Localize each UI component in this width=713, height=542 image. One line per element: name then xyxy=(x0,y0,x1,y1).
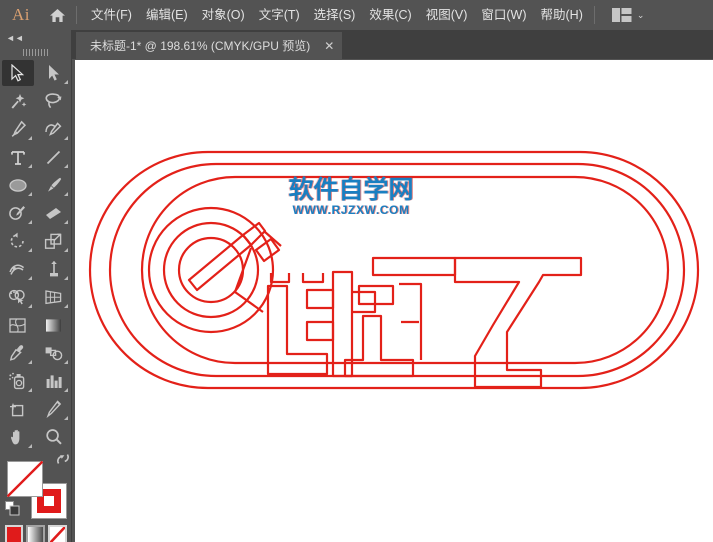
menu-edit[interactable]: 编辑(E) xyxy=(139,4,195,26)
shaper-tool[interactable] xyxy=(0,199,36,227)
curvature-tool[interactable] xyxy=(36,115,72,143)
tool-flyout-indicator xyxy=(27,444,32,448)
menu-file[interactable]: 文件(F) xyxy=(84,4,139,26)
width-tool[interactable] xyxy=(0,255,36,283)
line-segment-tool[interactable] xyxy=(36,143,72,171)
vector-artwork xyxy=(88,150,700,390)
close-icon[interactable]: ✕ xyxy=(322,40,336,52)
tools-panel: ◄◄ xyxy=(0,30,72,542)
app-logo: Ai xyxy=(12,5,30,24)
tool-flyout-indicator xyxy=(63,248,68,252)
menu-effect[interactable]: 效果(C) xyxy=(362,4,418,26)
color-mode-buttons xyxy=(4,525,67,542)
paintbrush-tool[interactable] xyxy=(36,171,72,199)
tool-flyout-indicator xyxy=(63,388,68,392)
tool-flyout-indicator xyxy=(27,192,32,196)
tool-flyout-indicator xyxy=(27,248,32,252)
menu-divider-right xyxy=(593,6,595,24)
zoom-tool[interactable] xyxy=(36,423,72,451)
home-icon[interactable] xyxy=(42,0,72,30)
document-tab-bar: 未标题-1* @ 198.61% (CMYK/GPU 预览) ✕ xyxy=(72,30,713,59)
type-tool[interactable] xyxy=(0,143,36,171)
document-tab[interactable]: 未标题-1* @ 198.61% (CMYK/GPU 预览) ✕ xyxy=(76,32,343,59)
tool-flyout-indicator xyxy=(27,164,32,168)
direct-selection-tool[interactable] xyxy=(36,59,72,87)
tools-grid xyxy=(0,59,71,451)
mesh-tool[interactable] xyxy=(0,311,36,339)
chevron-down-icon: ⌄ xyxy=(636,9,645,20)
none-mode-button[interactable] xyxy=(47,525,67,542)
lasso-tool[interactable] xyxy=(36,87,72,115)
menu-type[interactable]: 文字(T) xyxy=(252,4,307,26)
tool-flyout-indicator xyxy=(63,80,68,84)
tool-flyout-indicator xyxy=(63,220,68,224)
tool-flyout-indicator xyxy=(27,220,32,224)
eraser-tool[interactable] xyxy=(36,199,72,227)
slice-tool[interactable] xyxy=(36,395,72,423)
menu-window[interactable]: 窗口(W) xyxy=(474,4,533,26)
tool-flyout-indicator xyxy=(63,360,68,364)
document-tab-title: 未标题-1* @ 198.61% (CMYK/GPU 预览) xyxy=(90,39,311,53)
collapse-panel-button[interactable]: ◄◄ xyxy=(0,30,71,45)
menu-help[interactable]: 帮助(H) xyxy=(534,4,590,26)
default-fill-stroke-icon[interactable] xyxy=(4,501,20,516)
column-graph-tool[interactable] xyxy=(36,367,72,395)
magic-wand-tool[interactable] xyxy=(0,87,36,115)
menu-bar: Ai 文件(F) 编辑(E) 对象(O) 文字(T) 选择(S) 效果(C) 视… xyxy=(0,0,713,30)
tool-flyout-indicator xyxy=(27,136,32,140)
tool-flyout-indicator xyxy=(63,416,68,420)
tool-flyout-indicator xyxy=(63,304,68,308)
color-mode-button[interactable] xyxy=(4,525,24,542)
tool-flyout-indicator xyxy=(27,360,32,364)
blend-tool[interactable] xyxy=(36,339,72,367)
selection-tool[interactable] xyxy=(0,59,36,87)
free-transform-tool[interactable] xyxy=(36,255,72,283)
rotate-tool[interactable] xyxy=(0,227,36,255)
artboard-tool[interactable] xyxy=(0,395,36,423)
menu-view[interactable]: 视图(V) xyxy=(419,4,475,26)
canvas-area[interactable]: 软件自学网 WWW.RJZXW.COM xyxy=(72,59,713,542)
tool-flyout-indicator xyxy=(27,388,32,392)
scale-tool[interactable] xyxy=(36,227,72,255)
symbol-sprayer-tool[interactable] xyxy=(0,367,36,395)
fill-stroke-control xyxy=(4,454,69,519)
menu-select[interactable]: 选择(S) xyxy=(307,4,363,26)
artboard[interactable]: 软件自学网 WWW.RJZXW.COM xyxy=(75,60,713,542)
shape-builder-tool[interactable] xyxy=(0,283,36,311)
tool-flyout-indicator xyxy=(63,276,68,280)
pen-tool[interactable] xyxy=(0,115,36,143)
panel-grip[interactable] xyxy=(0,45,71,59)
illustrator-window: Ai 文件(F) 编辑(E) 对象(O) 文字(T) 选择(S) 效果(C) 视… xyxy=(0,0,713,542)
arrange-documents-icon[interactable]: ⌄ xyxy=(606,6,651,24)
eyedropper-tool[interactable] xyxy=(0,339,36,367)
ellipse-tool[interactable] xyxy=(0,171,36,199)
gradient-tool[interactable] xyxy=(36,311,72,339)
menu-divider xyxy=(76,6,77,24)
hand-tool[interactable] xyxy=(0,423,36,451)
tool-flyout-indicator xyxy=(27,276,32,280)
tool-flyout-indicator xyxy=(63,192,68,196)
perspective-grid-tool[interactable] xyxy=(36,283,72,311)
fill-swatch[interactable] xyxy=(6,461,43,497)
tool-flyout-indicator xyxy=(63,164,68,168)
swap-fill-stroke-icon[interactable] xyxy=(55,451,71,467)
tool-flyout-indicator xyxy=(63,136,68,140)
menu-object[interactable]: 对象(O) xyxy=(195,4,252,26)
gradient-mode-button[interactable] xyxy=(26,525,45,542)
tool-flyout-indicator xyxy=(27,304,32,308)
